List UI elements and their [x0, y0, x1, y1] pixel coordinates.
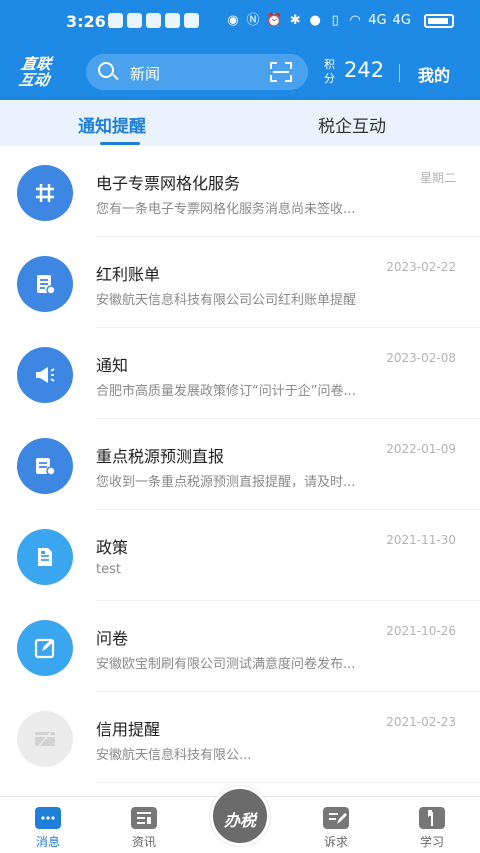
- app-header: 直联 互动 新闻 积分 242 我的: [0, 44, 480, 100]
- list-item[interactable]: 信用提醒 2021-02-23 安徽航天信息科技有限公...: [0, 692, 480, 783]
- book-icon: [419, 807, 445, 829]
- notification-icon: [108, 13, 123, 28]
- credit-card-icon: [17, 711, 73, 767]
- bill-icon: [17, 256, 73, 312]
- active-tab-indicator: [100, 142, 140, 145]
- points-value[interactable]: 242: [344, 58, 384, 82]
- survey-edit-icon: [17, 620, 73, 676]
- search-placeholder: 新闻: [130, 65, 161, 83]
- edit-note-icon: [323, 807, 349, 829]
- item-title: 通知: [96, 356, 129, 375]
- vibrate-icon: ▯: [331, 13, 339, 28]
- list-item[interactable]: 重点税源预测直报 2022-01-09 您收到一条重点税源预测直报提醒，请及时.…: [0, 419, 480, 510]
- megaphone-icon: [17, 347, 73, 403]
- tab-bar: 通知提醒 税企互动: [0, 100, 480, 146]
- policy-doc-icon: [17, 529, 73, 585]
- list-item[interactable]: 红利账单 2023-02-22 安徽航天信息科技有限公司公司红利账单提醒: [0, 237, 480, 328]
- points-label: 积分: [324, 58, 335, 85]
- item-title: 问卷: [96, 629, 129, 648]
- app-logo: 直联 互动: [17, 55, 53, 89]
- bluetooth-icon: ✱: [289, 13, 301, 28]
- status-time: 3:26: [66, 12, 106, 31]
- list-item[interactable]: 问卷 2021-10-26 安徽欧宝制刷有限公司测试满意度问卷发布...: [0, 601, 480, 692]
- nav-messages[interactable]: 消息: [18, 797, 78, 853]
- item-title: 重点税源预测直报: [96, 447, 225, 466]
- notification-icon: [165, 13, 180, 28]
- list-item[interactable]: 通知 2023-02-08 合肥市高质量发展政策修订“问计于企”问卷...: [0, 328, 480, 419]
- search-icon: [98, 62, 114, 78]
- item-preview: 您有一条电子专票网格化服务消息尚未签收...: [96, 202, 356, 217]
- wifi-icon: ◠: [349, 13, 361, 28]
- item-preview: 合肥市高质量发展政策修订“问计于企”问卷...: [96, 384, 356, 399]
- item-preview: test: [96, 562, 121, 577]
- system-icons: ◉ Ⓝ ⏰ ✱ ● ▯ ◠ 4G 4G: [226, 13, 411, 28]
- chat-bubble-icon: [35, 807, 61, 829]
- item-preview: 安徽航天信息科技有限公司公司红利账单提醒: [96, 293, 357, 308]
- notification-icon: [184, 13, 199, 28]
- nav-learn[interactable]: 学习: [402, 797, 462, 853]
- eye-icon: ◉: [227, 13, 239, 28]
- item-preview: 安徽欧宝制刷有限公司测试满意度问卷发布...: [96, 657, 356, 672]
- status-bar: 3:26 ◉ Ⓝ ⏰ ✱ ● ▯ ◠ 4G 4G: [0, 0, 480, 42]
- scan-icon[interactable]: [270, 62, 292, 82]
- item-date: 2022-01-09: [386, 442, 456, 456]
- tax-handling-button[interactable]: 办税: [210, 786, 270, 846]
- nav-news[interactable]: 资讯: [114, 797, 174, 853]
- header-divider: [399, 64, 400, 82]
- item-title: 政策: [96, 538, 129, 557]
- mine-button[interactable]: 我的: [418, 62, 450, 86]
- item-title: 红利账单: [96, 265, 161, 284]
- notification-icon: [127, 13, 142, 28]
- notification-icons: [108, 13, 199, 28]
- signal-icon-2: 4G: [392, 13, 411, 28]
- item-date: 2023-02-22: [386, 260, 456, 274]
- notification-icon: [146, 13, 161, 28]
- location-icon: ●: [309, 13, 321, 28]
- search-bar[interactable]: 新闻: [86, 54, 308, 90]
- signal-icon: 4G: [368, 13, 387, 28]
- message-list: 电子专票网格化服务 星期二 您有一条电子专票网格化服务消息尚未签收... 红利账…: [0, 146, 480, 796]
- top-bar: 3:26 ◉ Ⓝ ⏰ ✱ ● ▯ ◠ 4G 4G 直联 互动 新闻 积分 242…: [0, 0, 480, 100]
- tab-notifications[interactable]: 通知提醒: [78, 112, 146, 137]
- nav-appeal[interactable]: 诉求: [306, 797, 366, 853]
- item-date: 2023-02-08: [386, 351, 456, 365]
- battery-icon: [424, 14, 454, 28]
- newspaper-icon: [131, 807, 157, 829]
- list-item[interactable]: 电子专票网格化服务 星期二 您有一条电子专票网格化服务消息尚未签收...: [0, 146, 480, 237]
- item-preview: 您收到一条重点税源预测直报提醒，请及时...: [96, 475, 356, 490]
- tax-report-icon: [17, 438, 73, 494]
- list-item[interactable]: 政策 2021-11-30 test: [0, 510, 480, 601]
- grid-icon: [17, 165, 73, 221]
- item-date: 2021-10-26: [386, 624, 456, 638]
- item-title: 信用提醒: [96, 720, 161, 739]
- item-preview: 安徽航天信息科技有限公...: [96, 748, 252, 763]
- tab-tax-interaction[interactable]: 税企互动: [318, 112, 386, 137]
- nfc-icon: Ⓝ: [246, 13, 260, 28]
- item-date: 2021-02-23: [386, 715, 456, 729]
- item-title: 电子专票网格化服务: [96, 174, 241, 193]
- item-date: 星期二: [419, 171, 456, 185]
- item-date: 2021-11-30: [386, 533, 456, 547]
- alarm-icon: ⏰: [266, 13, 283, 28]
